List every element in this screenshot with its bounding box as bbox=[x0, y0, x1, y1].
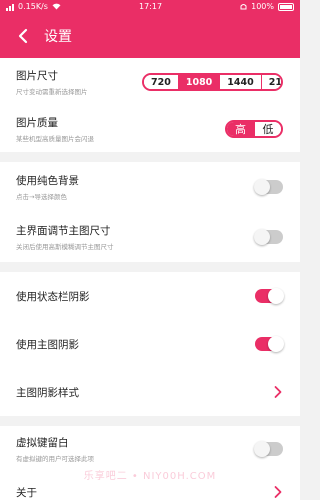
clock: 17:17 bbox=[138, 2, 163, 11]
main-ui-size-sub: 关闭后使用高斯模糊调节主图尺寸 bbox=[16, 243, 114, 251]
section-divider bbox=[0, 416, 300, 426]
statusbar-shadow-toggle[interactable] bbox=[255, 288, 284, 304]
virtual-key-sub: 有虚拟键的用户可选择此项 bbox=[16, 455, 94, 463]
chevron-right-icon bbox=[274, 486, 282, 498]
solid-bg-sub: 点击→导选择颜色 bbox=[16, 193, 67, 201]
virtual-key-row[interactable]: 虚拟键留白 有虚拟键的用户可选择此项 bbox=[0, 426, 300, 472]
solid-bg-label: 使用纯色背景 bbox=[16, 175, 79, 187]
signal-icon bbox=[6, 3, 14, 11]
toggle-knob bbox=[254, 179, 270, 195]
shadow-style-row[interactable]: 主图阴影样式 bbox=[0, 368, 300, 416]
image-size-sub: 尺寸变动需重新选择图片 bbox=[16, 88, 88, 96]
image-size-selector: 720 1080 1440 2160 bbox=[142, 73, 283, 91]
image-quality-selector: 高 低 bbox=[225, 120, 283, 138]
shadow-section: 使用状态栏阴影 使用主图阴影 主图阴影样式 bbox=[0, 272, 300, 416]
image-size-label: 图片尺寸 bbox=[16, 70, 58, 82]
size-option-720[interactable]: 720 bbox=[144, 75, 178, 89]
image-settings-section: 图片尺寸 尺寸变动需重新选择图片 720 1080 1440 2160 图片质量… bbox=[0, 58, 300, 152]
toggle-knob bbox=[268, 288, 284, 304]
main-ui-size-row[interactable]: 主界面调节主图尺寸 关闭后使用高斯模糊调节主图尺寸 bbox=[0, 212, 300, 262]
battery-icon bbox=[277, 2, 294, 11]
image-quality-sub: 某些机型高质量图片会闪退 bbox=[16, 135, 94, 143]
section-divider bbox=[0, 262, 300, 272]
size-option-2160[interactable]: 2160 bbox=[260, 75, 281, 89]
toolbar: 设置 bbox=[0, 13, 300, 58]
statusbar-shadow-row[interactable]: 使用状态栏阴影 bbox=[0, 272, 300, 320]
chevron-right-icon bbox=[274, 386, 282, 398]
background-section: 使用纯色背景 点击→导选择颜色 主界面调节主图尺寸 关闭后使用高斯模糊调节主图尺… bbox=[0, 162, 300, 262]
toggle-knob bbox=[254, 229, 270, 245]
image-size-row: 图片尺寸 尺寸变动需重新选择图片 720 1080 1440 2160 bbox=[0, 58, 300, 106]
alarm-icon bbox=[240, 3, 247, 9]
main-shadow-row[interactable]: 使用主图阴影 bbox=[0, 320, 300, 368]
back-button[interactable] bbox=[0, 13, 44, 58]
image-quality-label: 图片质量 bbox=[16, 117, 58, 129]
main-ui-size-label: 主界面调节主图尺寸 bbox=[16, 225, 111, 237]
solid-bg-toggle[interactable] bbox=[254, 179, 283, 195]
toggle-knob bbox=[268, 336, 284, 352]
quality-option-low[interactable]: 低 bbox=[254, 122, 281, 136]
virtual-key-toggle[interactable] bbox=[254, 441, 283, 457]
virtual-key-label: 虚拟键留白 bbox=[16, 437, 69, 449]
size-option-1080[interactable]: 1080 bbox=[177, 75, 220, 89]
quality-option-high[interactable]: 高 bbox=[227, 122, 254, 136]
wifi-icon bbox=[52, 3, 61, 10]
watermark: 乐享吧二 • NIY00H.COM bbox=[83, 471, 217, 482]
main-ui-size-toggle[interactable] bbox=[254, 229, 283, 245]
section-divider bbox=[0, 152, 300, 162]
main-shadow-label: 使用主图阴影 bbox=[16, 338, 79, 351]
toggle-knob bbox=[254, 441, 270, 457]
about-label: 关于 bbox=[16, 486, 37, 499]
statusbar-shadow-label: 使用状态栏阴影 bbox=[16, 290, 90, 303]
battery-percent: 100% bbox=[251, 2, 274, 11]
status-bar: 0.15K/s 17:17 100% bbox=[0, 0, 300, 13]
network-speed: 0.15K/s bbox=[18, 2, 48, 11]
chevron-left-icon bbox=[18, 28, 27, 43]
page-title: 设置 bbox=[44, 28, 72, 45]
shadow-style-label: 主图阴影样式 bbox=[16, 386, 79, 399]
image-quality-row: 图片质量 某些机型高质量图片会闪退 高 低 bbox=[0, 106, 300, 152]
size-option-1440[interactable]: 1440 bbox=[219, 75, 261, 89]
solid-bg-row[interactable]: 使用纯色背景 点击→导选择颜色 bbox=[0, 162, 300, 212]
main-shadow-toggle[interactable] bbox=[255, 336, 284, 352]
misc-section: 虚拟键留白 有虚拟键的用户可选择此项 关于 bbox=[0, 426, 300, 500]
